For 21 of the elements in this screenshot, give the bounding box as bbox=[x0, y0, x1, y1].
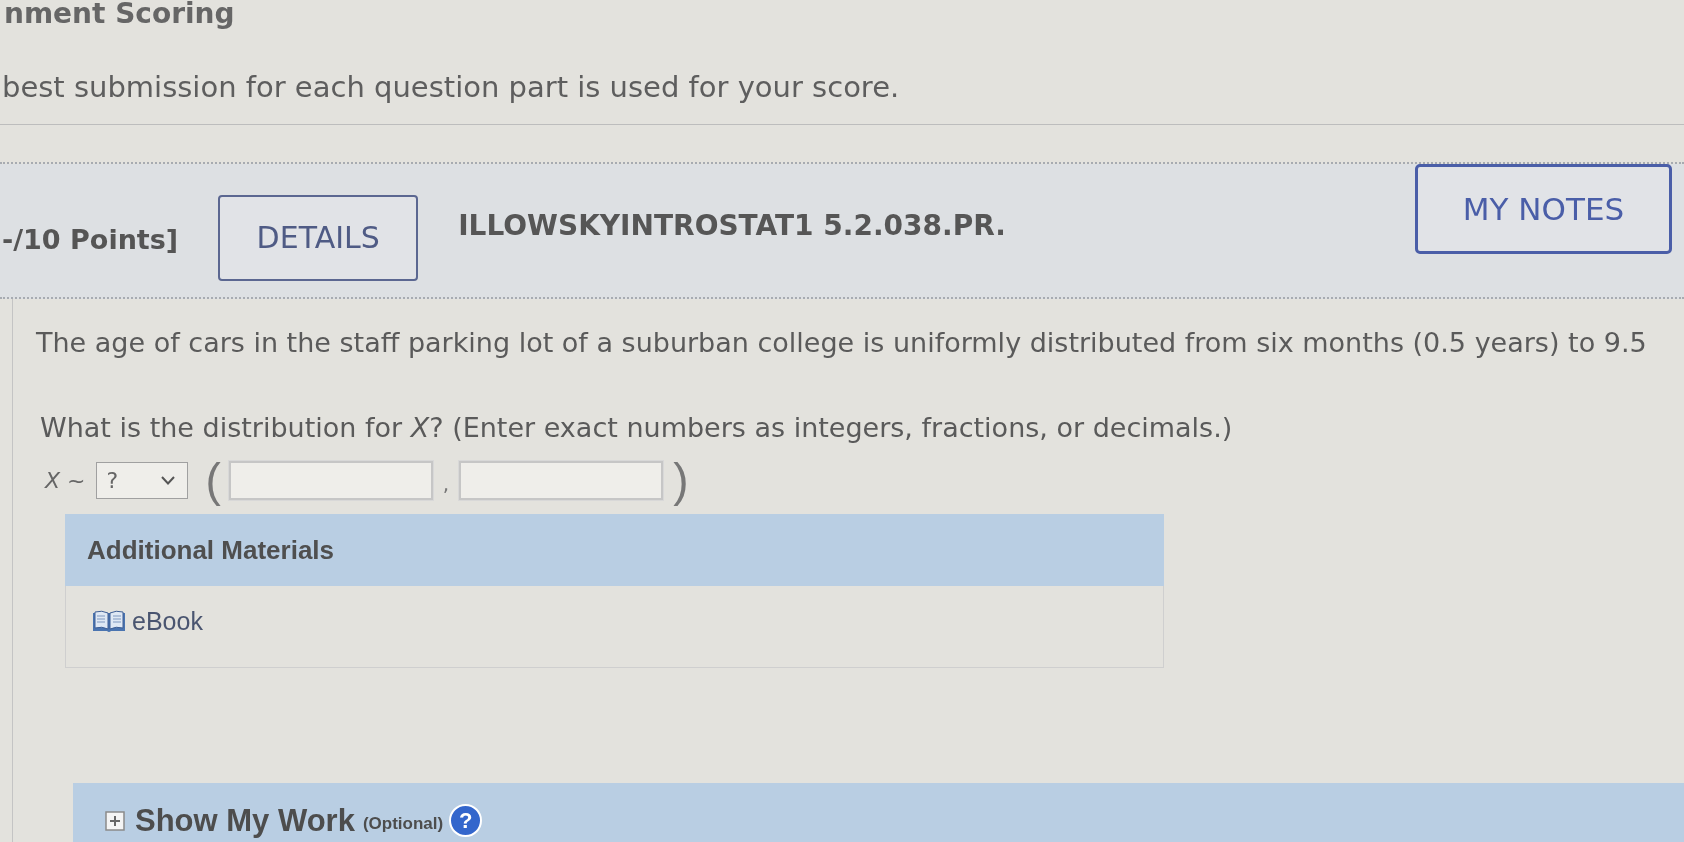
book-icon bbox=[92, 609, 126, 634]
comma-separator: , bbox=[442, 472, 450, 496]
chevron-down-icon bbox=[160, 475, 175, 485]
distribution-select[interactable]: ? bbox=[95, 461, 188, 499]
help-button[interactable]: ? bbox=[449, 804, 483, 837]
details-button[interactable]: DETAILS bbox=[218, 194, 419, 281]
question-text: The age of cars in the staff parking lot of a suburban college is uniformly distributed from six months (0.5 years) to 9.5 bbox=[36, 326, 1647, 360]
material-link[interactable]: eBook bbox=[92, 607, 203, 636]
answer-field[interactable] bbox=[228, 460, 433, 500]
show-my-work-toggle[interactable]: Show My Work bbox=[105, 802, 355, 839]
my-notes-button[interactable]: MY NOTES bbox=[1415, 164, 1672, 254]
variable-label: X ~ bbox=[45, 467, 86, 493]
materials-title: Additional Materials bbox=[87, 534, 335, 566]
question-id: ILLOWSKYINTROSTAT1 5.2.038.PR. bbox=[458, 209, 1006, 242]
instruction-text: What is the distribution for X? (Enter exact numbers as integers, fractions, or decimals.) bbox=[39, 411, 1233, 445]
points-label: -/10 Points] bbox=[1, 224, 179, 255]
plus-box-icon bbox=[105, 810, 125, 831]
answer-field[interactable] bbox=[459, 460, 664, 500]
optional-note: (Optional) bbox=[362, 813, 444, 834]
scoring-note: best submission for each question part is used for your score. bbox=[1, 70, 900, 104]
section-title: nment Scoring bbox=[3, 0, 235, 28]
